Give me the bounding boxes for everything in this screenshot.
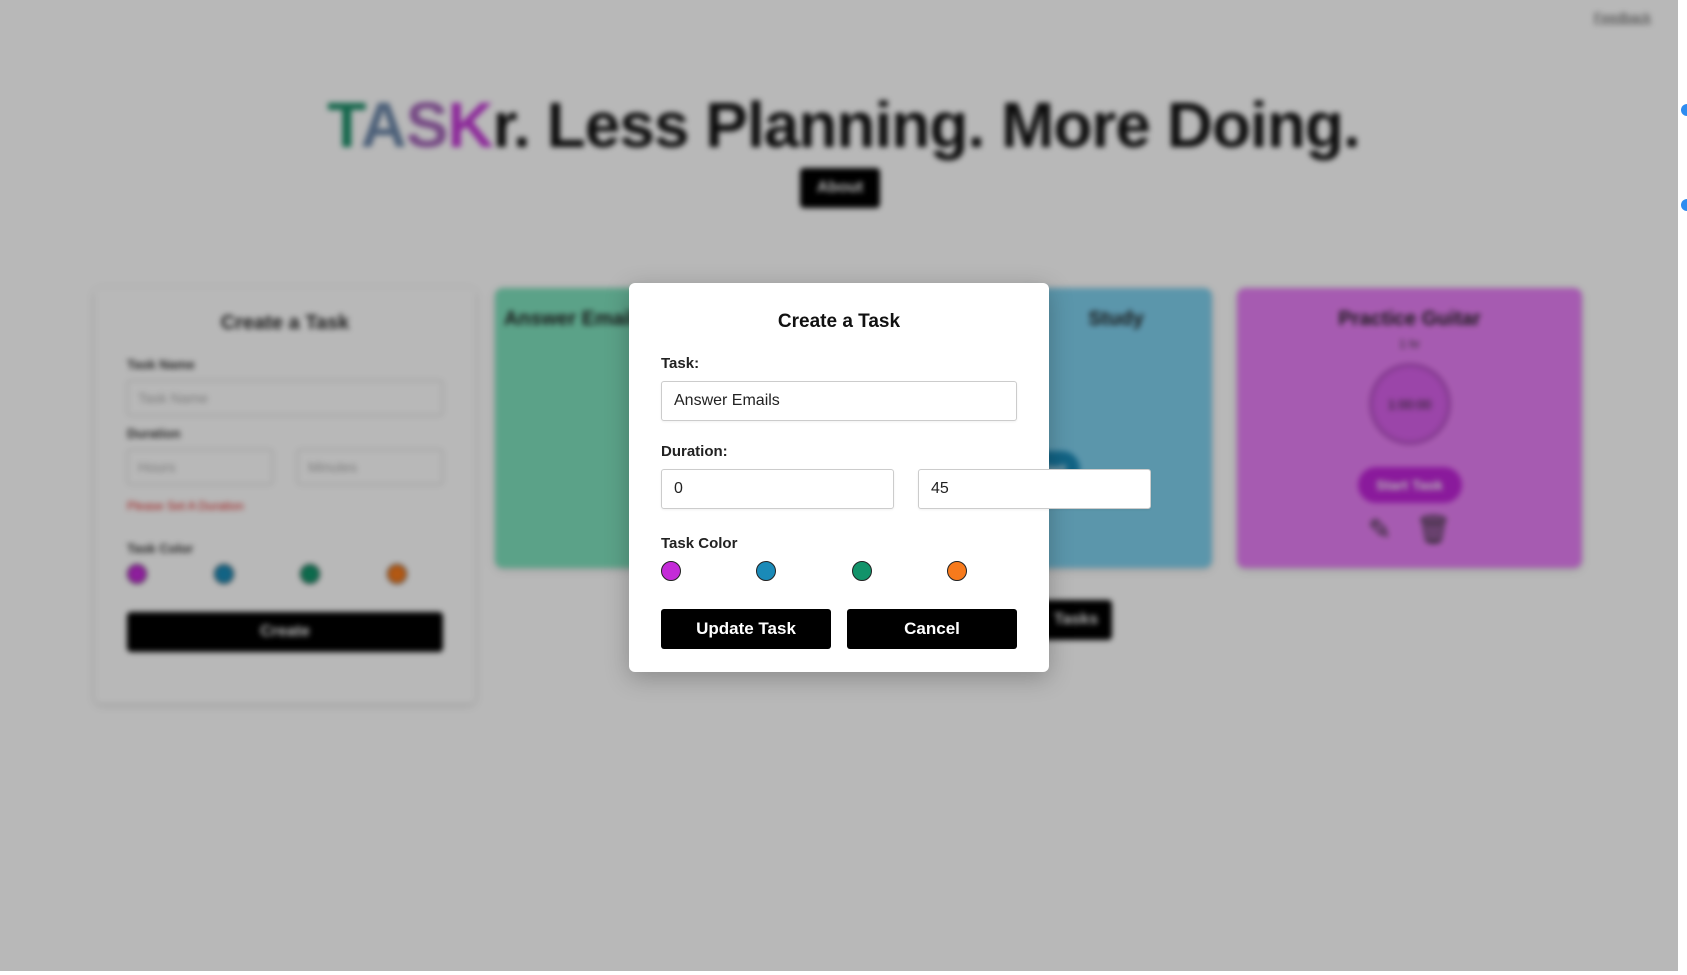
bottom-edge bbox=[0, 971, 1687, 975]
edge-marker bbox=[1681, 104, 1687, 116]
edge-marker bbox=[1681, 199, 1687, 211]
task-label: Task: bbox=[661, 355, 700, 372]
task-input[interactable] bbox=[661, 381, 1017, 421]
minutes-input[interactable] bbox=[918, 469, 1151, 509]
color-picker bbox=[661, 561, 967, 581]
hours-input[interactable] bbox=[661, 469, 894, 509]
modal-title: Create a Task bbox=[777, 311, 901, 332]
task-color-label: Task Color bbox=[661, 535, 738, 552]
color-swatch-green[interactable] bbox=[851, 561, 872, 581]
color-swatch-blue[interactable] bbox=[756, 561, 777, 581]
duration-label: Duration: bbox=[661, 443, 728, 460]
update-task-button[interactable]: Update Task bbox=[661, 609, 831, 649]
task-modal: Create a Task Task: Duration: Task Color… bbox=[629, 283, 1151, 672]
color-swatch-orange[interactable] bbox=[946, 561, 967, 581]
edge-markers bbox=[1678, 0, 1687, 975]
color-swatch-purple[interactable] bbox=[661, 561, 681, 581]
cancel-button[interactable]: Cancel bbox=[847, 609, 1017, 649]
